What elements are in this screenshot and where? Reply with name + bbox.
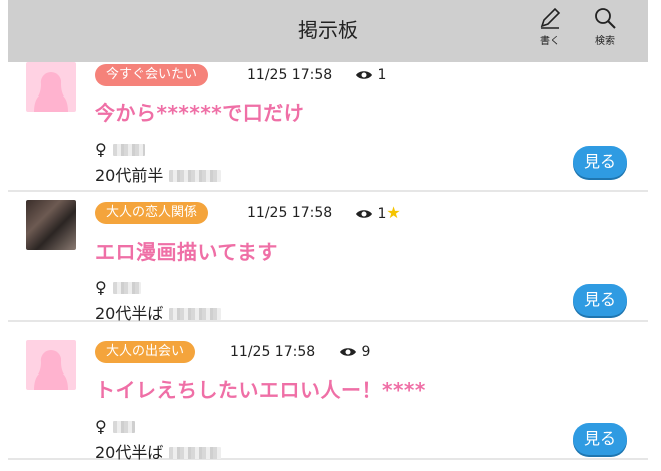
search-icon bbox=[595, 8, 616, 29]
search-button[interactable]: 検索 bbox=[585, 6, 625, 56]
blurred-name bbox=[112, 144, 145, 156]
age-label: 20代半ば bbox=[95, 443, 164, 462]
age-label: 20代前半 bbox=[95, 166, 164, 185]
blurred-name bbox=[112, 421, 135, 433]
post-time: 11/25 17:58 bbox=[247, 205, 333, 221]
view-count: 9 bbox=[339, 341, 370, 363]
eye-icon bbox=[356, 71, 372, 79]
blurred-name bbox=[112, 282, 141, 294]
blurred-location bbox=[169, 447, 222, 459]
pencil-icon bbox=[540, 7, 561, 29]
post-time: 11/25 17:58 bbox=[230, 344, 316, 360]
write-button[interactable]: 書く bbox=[530, 6, 570, 56]
category-tag: 大人の恋人関係 bbox=[95, 202, 209, 224]
view-button[interactable]: 見る bbox=[573, 146, 627, 178]
gender-row: ♀ bbox=[95, 417, 135, 436]
post-item[interactable]: 大人の出会い 11/25 17:58 9 トイレえちしたいエロい人ー！**** … bbox=[8, 330, 648, 463]
category-tag: 今すぐ会いたい bbox=[95, 64, 209, 86]
gender-symbol: ♀ bbox=[95, 140, 107, 159]
category-tag: 大人の出会い bbox=[95, 341, 196, 363]
age-row: 20代半ば bbox=[95, 300, 222, 324]
age-label: 20代半ば bbox=[95, 304, 164, 323]
avatar[interactable] bbox=[26, 340, 76, 390]
post-item[interactable]: 大人の恋人関係 11/25 17:58 1★ エロ漫画描いてます ♀ 20代半ば… bbox=[8, 192, 648, 324]
user-silhouette-icon bbox=[34, 72, 68, 112]
age-row: 20代前半 bbox=[95, 162, 222, 186]
user-silhouette-icon bbox=[34, 350, 68, 390]
blurred-location bbox=[169, 308, 222, 320]
eye-icon bbox=[340, 348, 356, 356]
write-label: 書く bbox=[540, 36, 560, 47]
post-title[interactable]: トイレえちしたいエロい人ー！**** bbox=[95, 374, 426, 403]
age-row: 20代半ば bbox=[95, 439, 222, 463]
gender-symbol: ♀ bbox=[95, 278, 107, 297]
post-title[interactable]: 今から******で口だけ bbox=[95, 97, 304, 126]
app-header: 掲示板 書く 検索 bbox=[8, 0, 648, 62]
gender-row: ♀ bbox=[95, 278, 141, 297]
blurred-location bbox=[169, 170, 222, 182]
eye-icon bbox=[356, 210, 372, 218]
view-button[interactable]: 見る bbox=[573, 284, 627, 316]
post-time: 11/25 17:58 bbox=[247, 67, 333, 83]
view-button[interactable]: 見る bbox=[573, 423, 627, 455]
post-title[interactable]: エロ漫画描いてます bbox=[95, 236, 278, 265]
gender-symbol: ♀ bbox=[95, 417, 107, 436]
avatar[interactable] bbox=[26, 200, 76, 250]
star-icon: ★ bbox=[386, 203, 401, 222]
gender-row: ♀ bbox=[95, 140, 145, 159]
view-count: 1 bbox=[355, 64, 386, 86]
search-label: 検索 bbox=[595, 36, 615, 47]
view-count: 1★ bbox=[355, 202, 401, 224]
avatar[interactable] bbox=[26, 62, 76, 112]
post-item[interactable]: 今すぐ会いたい 11/25 17:58 1 今から******で口だけ ♀ 20… bbox=[8, 62, 648, 192]
